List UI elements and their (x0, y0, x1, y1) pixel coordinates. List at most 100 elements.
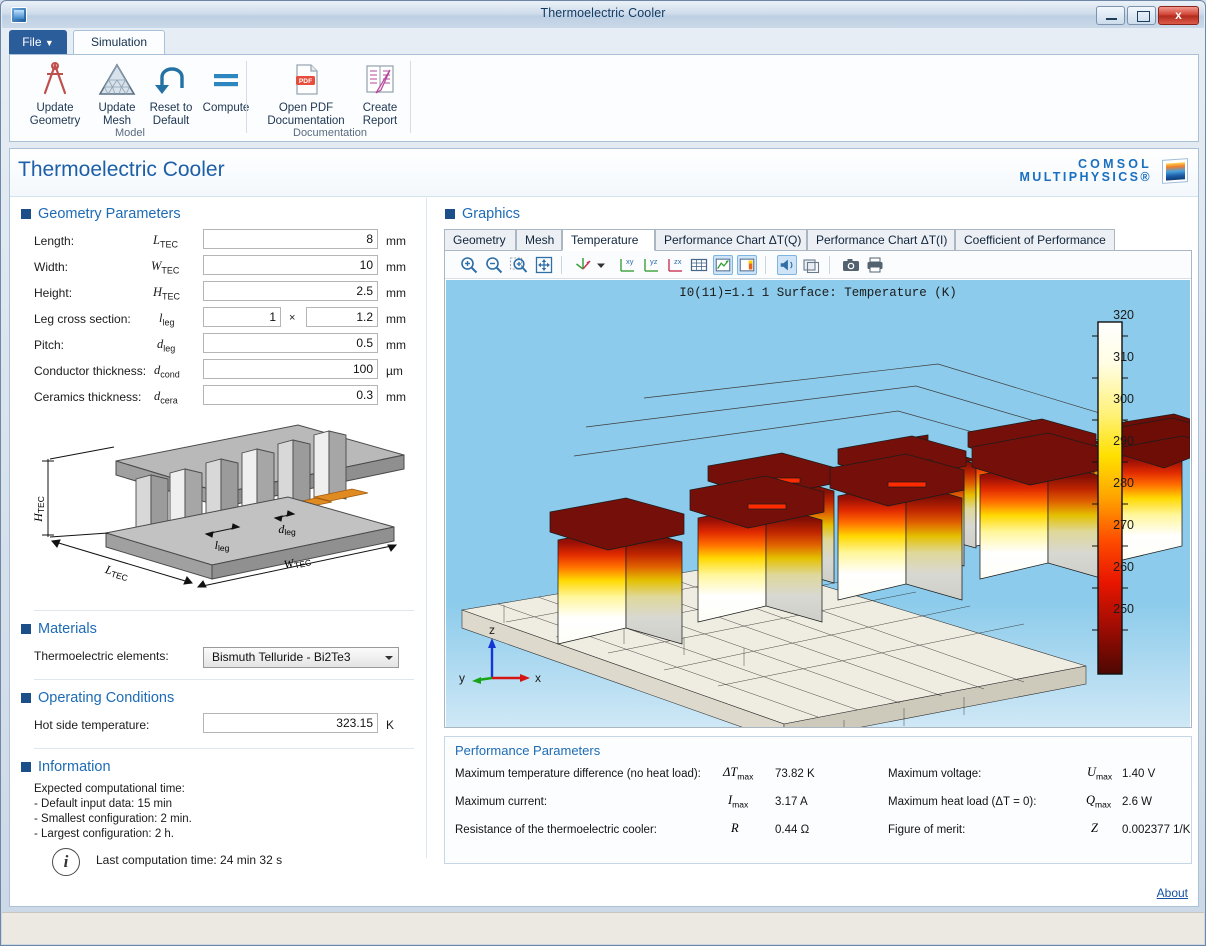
view-zx-icon[interactable]: zx (665, 255, 685, 275)
ribbon-label-line1: Open PDF (278, 102, 334, 114)
input-length[interactable]: 8 (203, 229, 378, 249)
tab-simulation[interactable]: Simulation (73, 30, 165, 55)
symbol-ceramics: dcera (154, 389, 178, 406)
unit-length: mm (386, 234, 406, 248)
transparency-icon[interactable] (801, 255, 821, 275)
input-hot-side-temperature[interactable]: 323.15 (203, 713, 378, 733)
toolbar-divider (765, 256, 766, 274)
view-yz-icon[interactable]: yz (641, 255, 661, 275)
param-row-length: Length: LTEC 8 mm (20, 229, 420, 255)
section-operating-conditions: Operating Conditions (20, 689, 420, 707)
input-pitch[interactable]: 0.5 (203, 333, 378, 353)
ribbon-button-update-geometry[interactable]: Update Geometry (20, 59, 90, 128)
perf-value-max-current: 3.17 A (775, 796, 808, 808)
tab-mesh[interactable]: Mesh (516, 229, 562, 251)
tab-geometry[interactable]: Geometry (444, 229, 516, 251)
tab-file[interactable]: File ▼ (9, 30, 67, 54)
ribbon-button-open-pdf-documentation[interactable]: PDF Open PDF Documentation (258, 59, 354, 128)
symbol-length: LTEC (153, 233, 178, 250)
scene-light-icon[interactable] (777, 255, 797, 275)
colorbar-tick: 280 (1113, 476, 1134, 490)
graphics-toolbar: xy yz zx (445, 251, 1191, 279)
label-thermoelectric-elements: Thermoelectric elements: (34, 649, 169, 663)
toolbar-divider (561, 256, 562, 274)
perf-symbol-max-current: Imax (728, 793, 749, 810)
zoom-box-icon[interactable] (509, 255, 529, 275)
section-graphics: Graphics (444, 205, 1192, 223)
input-ceramics-thickness[interactable]: 0.3 (203, 385, 378, 405)
perf-value-max-voltage: 1.40 V (1122, 768, 1156, 780)
minimize-button[interactable] (1096, 6, 1125, 25)
select-thermoelectric-material[interactable]: Bismuth Telluride - Bi2Te3 (203, 647, 399, 668)
input-leg-width[interactable]: 1 (203, 307, 281, 327)
application-window: Thermoelectric Cooler x File ▼ Simulatio… (0, 0, 1206, 946)
colorbar-tick: 250 (1113, 602, 1134, 616)
section-bullet-icon (21, 693, 31, 703)
zoom-extents-icon[interactable] (534, 255, 554, 275)
plot-toggle-icon[interactable] (713, 255, 733, 275)
label-width: Width: (34, 260, 69, 274)
about-link[interactable]: About (1157, 886, 1188, 900)
svg-text:xy: xy (626, 257, 634, 266)
graphics-tab-strip: Geometry Mesh Temperature Performance Ch… (444, 229, 1192, 251)
ribbon-divider (410, 61, 411, 133)
symbol-width: WTEC (151, 259, 180, 276)
view-xy-icon[interactable]: xy (617, 255, 637, 275)
ribbon-button-create-report[interactable]: Create Report (354, 59, 406, 128)
zoom-in-icon[interactable] (459, 255, 479, 275)
info-icon: i (52, 848, 80, 876)
label-ceramics-thickness: Ceramics thickness: (34, 390, 142, 404)
ribbon-button-reset-to-default[interactable]: Reset to Default (142, 59, 200, 128)
tab-performance-chart-dt-i[interactable]: Performance Chart ΔT(I) (807, 229, 955, 251)
tab-temperature[interactable]: Temperature (562, 229, 655, 251)
ribbon-label-line1: Create (362, 102, 398, 114)
colorbar-tick: 290 (1113, 434, 1134, 448)
unit-pitch: mm (386, 338, 406, 352)
input-leg-depth[interactable]: 1.2 (306, 307, 378, 327)
colorbar-tick: 300 (1113, 392, 1134, 406)
input-conductor-thickness[interactable]: 100 (203, 359, 378, 379)
section-bullet-icon (445, 209, 455, 219)
input-height[interactable]: 2.5 (203, 281, 378, 301)
section-title: Operating Conditions (38, 690, 175, 706)
ribbon-button-update-mesh[interactable]: Update Mesh (90, 59, 144, 128)
grid-icon[interactable] (689, 255, 709, 275)
print-icon[interactable] (865, 255, 885, 275)
divider (34, 748, 414, 749)
perf-value-max-temp-diff: 73.82 K (775, 768, 815, 780)
svg-text:x: x (535, 671, 541, 685)
mesh-triangle-icon (90, 59, 144, 99)
label-conductor-thickness: Conductor thickness: (34, 364, 147, 378)
perf-symbol-resistance: R (731, 821, 739, 835)
ribbon-label-line1: Update (36, 102, 74, 114)
section-bullet-icon (21, 762, 31, 772)
tec-schematic-diagram: HTEC LTEC WTEC lleg dleg (20, 411, 420, 601)
symbol-pitch: dleg (157, 337, 176, 354)
tab-coefficient-of-performance[interactable]: Coefficient of Performance (955, 229, 1115, 251)
section-materials: Materials (20, 620, 420, 638)
perf-value-figure-of-merit: 0.002377 1/K (1122, 824, 1191, 836)
unit-hot-side-temperature: K (386, 718, 395, 732)
zoom-out-icon[interactable] (484, 255, 504, 275)
pdf-icon: PDF (258, 59, 354, 99)
ribbon-group-model: Update Geometry Update Mesh Reset to Def… (14, 55, 249, 141)
tab-performance-chart-dt-q[interactable]: Performance Chart ΔT(Q) (655, 229, 807, 251)
section-title: Information (38, 759, 111, 775)
temperature-plot[interactable]: I0(11)=1.1 1 Surface: Temperature (K) z … (446, 280, 1190, 727)
maximize-button[interactable] (1127, 6, 1156, 25)
unit-conductor-thickness: µm (386, 364, 403, 378)
label-pitch: Pitch: (34, 338, 65, 352)
input-width[interactable]: 10 (203, 255, 378, 275)
colorbar-icon[interactable] (737, 255, 757, 275)
perf-label-max-current: Maximum current: (455, 796, 548, 808)
svg-text:yz: yz (650, 257, 658, 266)
ribbon-group-documentation: PDF Open PDF Documentation Create Report… (250, 55, 410, 141)
camera-snapshot-icon[interactable] (841, 255, 861, 275)
close-button[interactable]: x (1158, 6, 1199, 25)
title-bar: Thermoelectric Cooler x (2, 2, 1204, 28)
rotate-axis-icon[interactable] (573, 255, 593, 275)
toolbar-divider (829, 256, 830, 274)
perf-label-resistance: Resistance of the thermoelectric cooler: (455, 824, 657, 836)
svg-text:HTEC: HTEC (31, 496, 46, 523)
dropdown-arrow-icon[interactable] (595, 255, 607, 275)
